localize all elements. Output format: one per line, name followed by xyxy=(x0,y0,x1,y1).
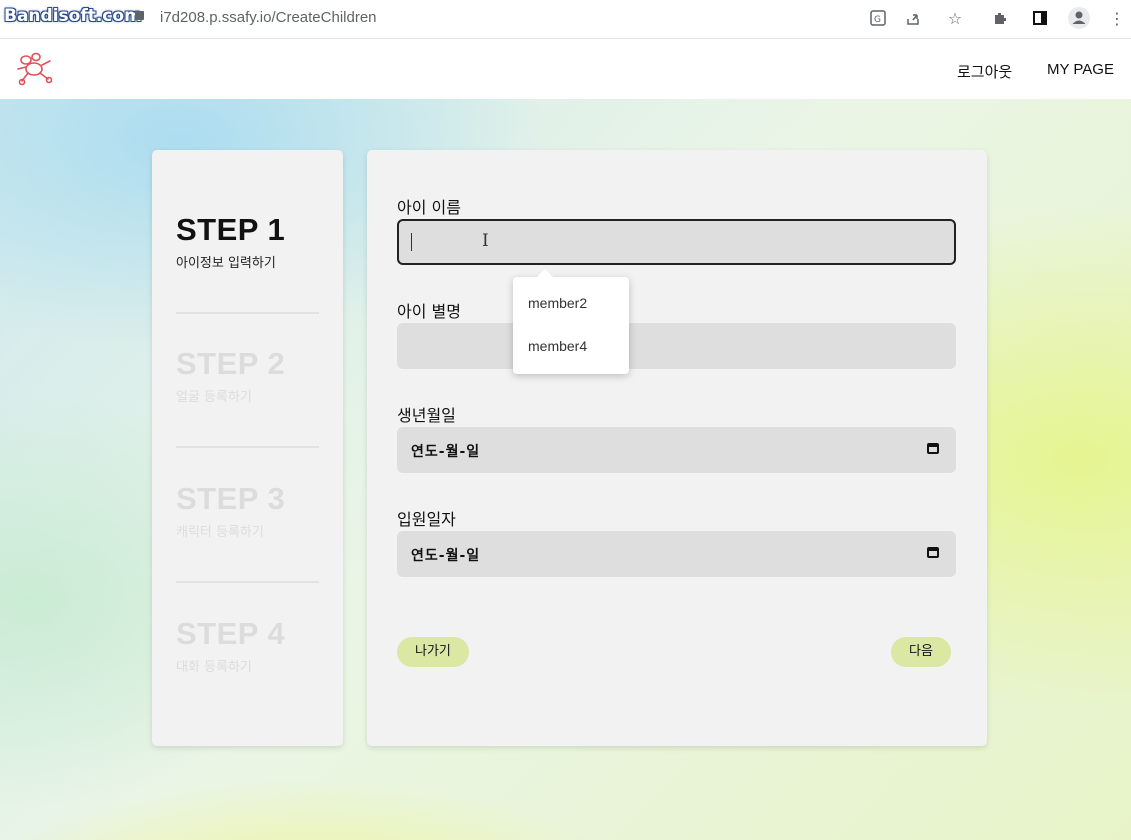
divider xyxy=(176,312,319,314)
birth-label: 생년월일 xyxy=(397,406,456,425)
calendar-icon[interactable] xyxy=(927,547,939,558)
browser-toolbar: Bandisoft.com i7d208.p.ssafy.io/CreateCh… xyxy=(0,0,1131,39)
autocomplete-option[interactable]: member4 xyxy=(528,338,587,354)
step-title: STEP 3 xyxy=(176,481,286,516)
sidepanel-icon[interactable] xyxy=(1029,7,1051,29)
profile-icon[interactable] xyxy=(1068,7,1090,29)
text-caret xyxy=(411,233,412,251)
mypage-link[interactable]: MY PAGE xyxy=(1047,61,1114,78)
translate-icon[interactable]: G xyxy=(867,7,889,29)
step-3: STEP 3 캐릭터 등록하기 xyxy=(176,481,285,540)
birth-date-input[interactable]: 연도-월-일 xyxy=(397,427,956,473)
divider xyxy=(176,581,319,583)
name-label: 아이 이름 xyxy=(397,198,461,217)
calendar-icon[interactable] xyxy=(927,443,939,454)
divider xyxy=(176,446,319,448)
step-subtitle: 대화 등록하기 xyxy=(176,660,252,675)
next-button[interactable]: 다음 xyxy=(891,637,951,667)
nickname-input[interactable] xyxy=(397,323,956,369)
app-header: 로그아웃 MY PAGE xyxy=(0,39,1131,99)
step-title: STEP 2 xyxy=(176,346,286,381)
logout-link[interactable]: 로그아웃 xyxy=(957,61,1012,82)
step-2: STEP 2 얼굴 등록하기 xyxy=(176,346,285,405)
step-title: STEP 1 xyxy=(176,212,286,247)
child-info-form: 아이 이름 I 아이 별명 생년월일 연도-월-일 입원일자 연도-월-일 나가… xyxy=(367,150,987,746)
exit-button[interactable]: 나가기 xyxy=(397,637,469,667)
autocomplete-dropdown: member2 member4 xyxy=(513,269,629,374)
admission-date-input[interactable]: 연도-월-일 xyxy=(397,531,956,577)
birth-date-value: 연도-월-일 xyxy=(411,444,481,460)
ibeam-cursor-icon: I xyxy=(482,231,489,251)
address-bar[interactable]: i7d208.p.ssafy.io/CreateChildren xyxy=(160,9,377,26)
watermark: Bandisoft.com xyxy=(4,6,142,26)
lock-icon[interactable] xyxy=(135,11,144,20)
nickname-label: 아이 별명 xyxy=(397,302,461,321)
name-input[interactable]: I xyxy=(397,219,956,265)
rabbit-logo-icon[interactable] xyxy=(14,51,56,87)
step-subtitle: 얼굴 등록하기 xyxy=(176,390,252,405)
extensions-icon[interactable] xyxy=(989,7,1011,29)
autocomplete-option[interactable]: member2 xyxy=(528,295,587,311)
star-icon[interactable]: ☆ xyxy=(944,7,966,29)
admission-label: 입원일자 xyxy=(397,510,456,529)
admission-date-value: 연도-월-일 xyxy=(411,548,481,564)
step-subtitle: 아이정보 입력하기 xyxy=(176,256,276,271)
steps-panel: STEP 1 아이정보 입력하기 STEP 2 얼굴 등록하기 STEP 3 캐… xyxy=(152,150,343,746)
svg-text:G: G xyxy=(874,15,881,25)
step-title: STEP 4 xyxy=(176,616,286,651)
step-subtitle: 캐릭터 등록하기 xyxy=(176,525,264,540)
menu-icon[interactable]: ⋮ xyxy=(1106,7,1128,29)
share-icon[interactable] xyxy=(902,7,924,29)
step-4: STEP 4 대화 등록하기 xyxy=(176,616,285,675)
step-1: STEP 1 아이정보 입력하기 xyxy=(176,212,285,271)
